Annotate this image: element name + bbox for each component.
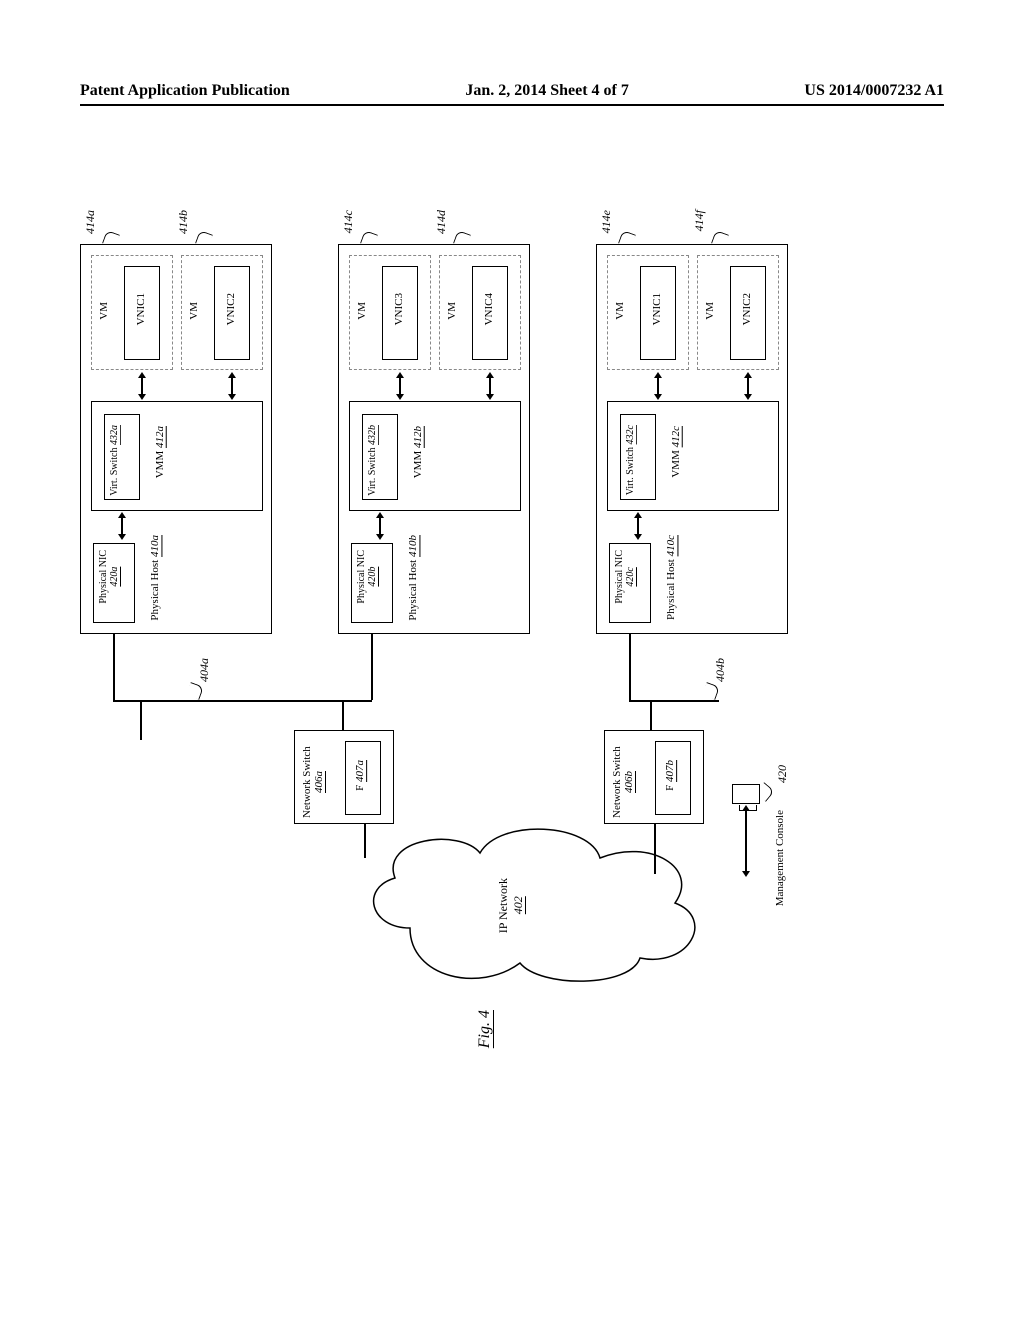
vswitch-label: Virt. Switch 432a — [109, 425, 120, 496]
vnic-box: VNIC4 — [472, 266, 508, 360]
vmm-box: Virt. Switch 432c VMM 412c — [607, 401, 779, 511]
vm-box: VM VNIC3 — [349, 255, 431, 370]
switch-f-label: F 407b — [664, 760, 676, 791]
ip-network-cloud-icon — [350, 808, 720, 998]
ref-414d: 414d — [434, 210, 449, 234]
header-right: US 2014/0007232 A1 — [804, 82, 944, 100]
vm-label: VM — [446, 302, 458, 320]
vm-box: VM VNIC2 — [697, 255, 779, 370]
connector-line — [629, 700, 719, 702]
physical-nic: Physical NIC420b — [351, 543, 393, 623]
vm-box: VM VNIC2 — [181, 255, 263, 370]
physical-host-c: VM VNIC1 VM VNIC2 Virt. Switch 432c VMM … — [596, 244, 788, 634]
hook-icon — [702, 682, 720, 700]
vnic-box: VNIC1 — [124, 266, 160, 360]
connector-line — [113, 700, 372, 702]
host-label: Physical Host 410a — [149, 535, 161, 621]
connector-line — [113, 634, 115, 700]
header-left: Patent Application Publication — [80, 82, 290, 100]
vswitch-label: Virt. Switch 432b — [367, 425, 378, 496]
vnic-box: VNIC2 — [730, 266, 766, 360]
switch-f-box: F 407a — [345, 741, 381, 815]
connector-line — [654, 824, 656, 874]
vnic-label: VNIC3 — [393, 293, 405, 325]
arrow-icon — [231, 377, 233, 395]
vnic-box: VNIC3 — [382, 266, 418, 360]
vnic-box: VNIC1 — [640, 266, 676, 360]
ref-420: 420 — [775, 765, 790, 783]
connector-line — [342, 700, 344, 730]
arrow-icon — [379, 517, 381, 535]
ref-414b: 414b — [176, 210, 191, 234]
figure-4-diagram: 414a 414b VM VNIC1 VM VNIC2 Virt. Switch… — [80, 190, 960, 1060]
vmm-label: VMM 412c — [670, 426, 682, 478]
vnic-label: VNIC1 — [135, 293, 147, 325]
arrow-icon — [747, 377, 749, 395]
vmm-box: Virt. Switch 432b VMM 412b — [349, 401, 521, 511]
vm-label: VM — [188, 302, 200, 320]
ref-414c: 414c — [341, 210, 356, 233]
vnic-label: VNIC4 — [483, 293, 495, 325]
vswitch-label: Virt. Switch 432c — [625, 425, 636, 495]
connector-line — [364, 824, 366, 858]
arrow-icon — [121, 517, 123, 535]
physical-nic: Physical NIC420c — [609, 543, 651, 623]
page-header: Patent Application Publication Jan. 2, 2… — [80, 82, 944, 106]
ref-414e: 414e — [599, 210, 614, 233]
vmm-box: Virt. Switch 432a VMM 412a — [91, 401, 263, 511]
host-label: Physical Host 410c — [665, 535, 677, 620]
vmm-label: VMM 412b — [412, 426, 424, 478]
arrow-icon — [657, 377, 659, 395]
physical-nic: Physical NIC420a — [93, 543, 135, 623]
vnic-label: VNIC1 — [651, 293, 663, 325]
virtual-switch: Virt. Switch 432b — [362, 414, 398, 500]
console-label: Management Console — [774, 810, 786, 906]
vm-box: VM VNIC1 — [91, 255, 173, 370]
ref-414a: 414a — [83, 210, 98, 234]
nic-label: Physical NIC420c — [614, 550, 636, 604]
vm-label: VM — [614, 302, 626, 320]
physical-host-a: VM VNIC1 VM VNIC2 Virt. Switch 432a VMM … — [80, 244, 272, 634]
vnic-label: VNIC2 — [741, 293, 753, 325]
connector-line — [371, 634, 373, 700]
vnic-box: VNIC2 — [214, 266, 250, 360]
physical-host-b: VM VNIC3 VM VNIC4 Virt. Switch 432b VMM … — [338, 244, 530, 634]
vm-label: VM — [356, 302, 368, 320]
arrow-icon — [399, 377, 401, 395]
connector-line — [140, 700, 142, 740]
arrow-icon — [745, 810, 747, 872]
ref-404b: 404b — [713, 658, 728, 682]
vnic-label: VNIC2 — [225, 293, 237, 325]
vmm-label: VMM 412a — [154, 426, 166, 478]
ref-414f: 414f — [692, 210, 707, 231]
host-label: Physical Host 410b — [407, 535, 419, 621]
virtual-switch: Virt. Switch 432a — [104, 414, 140, 500]
switch-label: Network Switch 406a — [301, 741, 325, 823]
ref-404a: 404a — [197, 658, 212, 682]
virtual-switch: Virt. Switch 432c — [620, 414, 656, 500]
header-center: Jan. 2, 2014 Sheet 4 of 7 — [465, 82, 629, 100]
management-console-icon — [732, 784, 760, 804]
arrow-icon — [637, 517, 639, 535]
hook-icon — [186, 682, 204, 700]
figure-caption: Fig. 4 — [476, 1010, 494, 1048]
vm-box: VM VNIC4 — [439, 255, 521, 370]
vm-label: VM — [98, 302, 110, 320]
network-label: IP Network402 — [496, 878, 526, 933]
connector-line — [629, 634, 631, 700]
switch-f-label: F 407a — [354, 760, 366, 791]
nic-label: Physical NIC420b — [356, 550, 378, 604]
arrow-icon — [141, 377, 143, 395]
vm-box: VM VNIC1 — [607, 255, 689, 370]
vm-label: VM — [704, 302, 716, 320]
arrow-icon — [489, 377, 491, 395]
switch-f-box: F 407b — [655, 741, 691, 815]
connector-line — [650, 700, 652, 730]
nic-label: Physical NIC420a — [98, 550, 120, 604]
